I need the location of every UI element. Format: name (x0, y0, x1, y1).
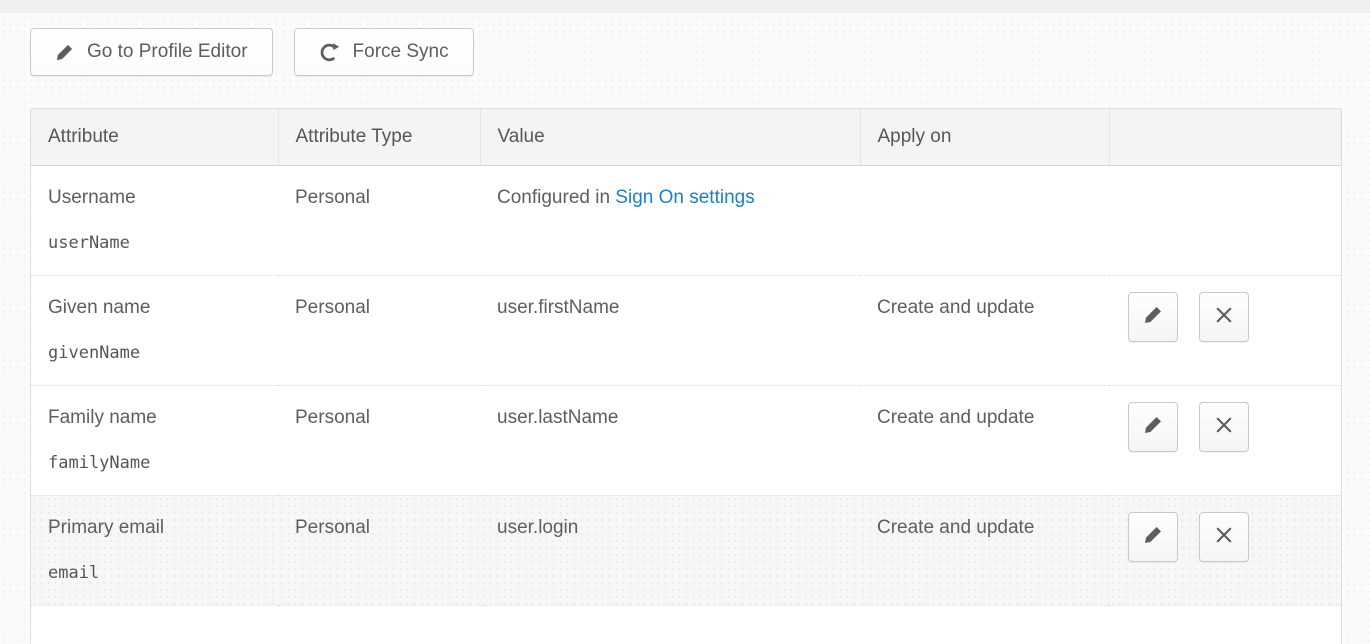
attribute-cell: Username userName (31, 165, 278, 275)
apply-on-cell (860, 165, 1109, 275)
apply-on-cell: Create and update (860, 495, 1109, 605)
attribute-label: Given name (48, 297, 268, 319)
attribute-variable-name: userName (48, 233, 268, 253)
value-cell (480, 605, 860, 644)
header-attribute-type: Attribute Type (278, 109, 480, 165)
table-row (31, 605, 1341, 644)
attribute-type-cell: Personal (278, 385, 480, 495)
go-to-profile-editor-button[interactable]: Go to Profile Editor (30, 28, 273, 76)
attribute-cell: Family name familyName (31, 385, 278, 495)
pencil-icon (55, 43, 74, 62)
value-text: Configured in (497, 187, 615, 208)
attribute-label: Username (48, 187, 268, 209)
pencil-icon (1143, 415, 1163, 438)
value-cell: user.lastName (480, 385, 860, 495)
table-header-row: Attribute Attribute Type Value Apply on (31, 109, 1341, 165)
force-sync-button[interactable]: Force Sync (294, 28, 474, 76)
apply-on-cell: Create and update (860, 385, 1109, 495)
table-row: Family name familyName Personal user.las… (31, 385, 1341, 495)
header-apply-on: Apply on (860, 109, 1109, 165)
actions-cell (1109, 495, 1341, 605)
delete-mapping-button[interactable] (1199, 512, 1249, 562)
close-icon (1214, 525, 1234, 548)
close-icon (1214, 415, 1234, 438)
apply-on-cell (860, 605, 1109, 644)
top-divider-strip (0, 0, 1370, 13)
delete-mapping-button[interactable] (1199, 292, 1249, 342)
value-cell: Configured in Sign On settings (480, 165, 860, 275)
actions-cell (1109, 275, 1341, 385)
attribute-mappings-table: Attribute Attribute Type Value Apply on … (30, 108, 1342, 644)
attribute-type-cell: Personal (278, 275, 480, 385)
close-icon (1214, 305, 1234, 328)
actions-cell (1109, 385, 1341, 495)
refresh-icon (319, 42, 340, 63)
table-row: Given name givenName Personal user.first… (31, 275, 1341, 385)
toolbar: Go to Profile Editor Force Sync (30, 28, 474, 76)
apply-on-cell: Create and update (860, 275, 1109, 385)
pencil-icon (1143, 305, 1163, 328)
header-attribute: Attribute (31, 109, 278, 165)
attribute-type-cell: Personal (278, 165, 480, 275)
attribute-label: Primary email (48, 517, 268, 539)
table-row: Primary email email Personal user.login … (31, 495, 1341, 605)
attribute-cell: Given name givenName (31, 275, 278, 385)
table-row: Username userName Personal Configured in… (31, 165, 1341, 275)
attribute-variable-name: givenName (48, 343, 268, 363)
actions-cell (1109, 165, 1341, 275)
attribute-variable-name: email (48, 563, 268, 583)
attribute-type-cell (278, 605, 480, 644)
delete-mapping-button[interactable] (1199, 402, 1249, 452)
attribute-label: Family name (48, 407, 268, 429)
sign-on-settings-link[interactable]: Sign On settings (615, 187, 754, 208)
header-actions (1109, 109, 1341, 165)
edit-mapping-button[interactable] (1128, 512, 1178, 562)
attribute-cell (31, 605, 278, 644)
attribute-variable-name: familyName (48, 453, 268, 473)
force-sync-label: Force Sync (353, 41, 449, 63)
header-value: Value (480, 109, 860, 165)
value-cell: user.login (480, 495, 860, 605)
value-cell: user.firstName (480, 275, 860, 385)
actions-cell (1109, 605, 1341, 644)
go-to-profile-editor-label: Go to Profile Editor (87, 41, 248, 63)
attribute-type-cell: Personal (278, 495, 480, 605)
edit-mapping-button[interactable] (1128, 292, 1178, 342)
pencil-icon (1143, 525, 1163, 548)
edit-mapping-button[interactable] (1128, 402, 1178, 452)
attribute-cell: Primary email email (31, 495, 278, 605)
